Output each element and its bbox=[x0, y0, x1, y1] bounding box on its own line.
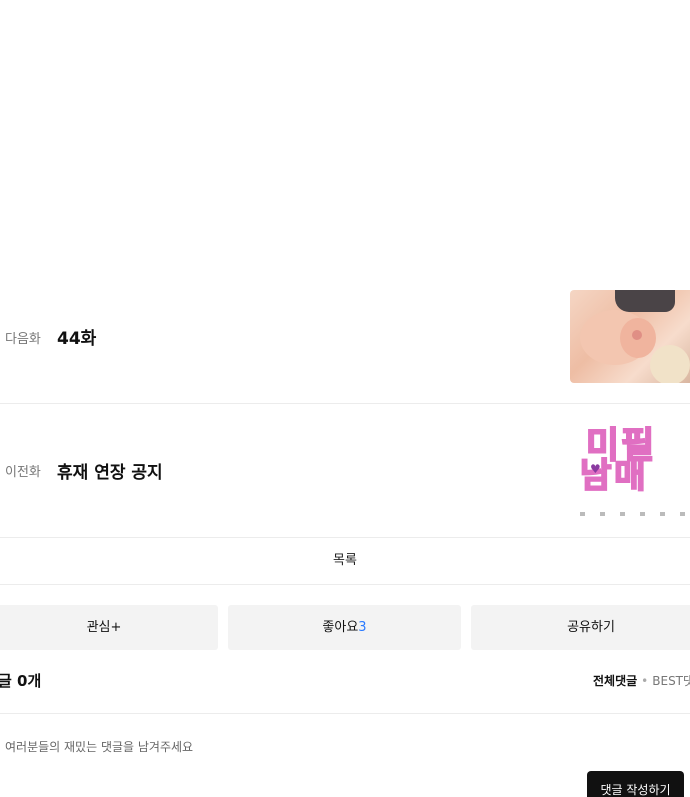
prev-episode-thumbnail[interactable]: 미필 남매 ♥ bbox=[570, 426, 690, 518]
thumbnail-dots bbox=[580, 512, 690, 516]
sort-all-tab[interactable]: 전체댓글 bbox=[593, 674, 637, 688]
next-episode-row[interactable]: 다음화 44화 bbox=[0, 290, 690, 404]
like-button-label: 좋아요 bbox=[322, 620, 359, 635]
thumbnail-shape bbox=[632, 330, 642, 340]
comments-header: 글 0개 전체댓글 • BEST댓 bbox=[0, 666, 690, 714]
interest-button[interactable]: 관심+ bbox=[0, 605, 218, 650]
thumbnail-shape bbox=[615, 290, 675, 312]
sort-best-tab[interactable]: BEST댓 bbox=[652, 674, 690, 688]
next-episode-thumbnail[interactable] bbox=[570, 290, 690, 383]
content-blank-area bbox=[0, 0, 690, 290]
sort-separator: • bbox=[641, 674, 649, 688]
heart-icon: ♥ bbox=[590, 462, 601, 476]
prev-episode-title[interactable]: 휴재 연장 공지 bbox=[57, 458, 163, 483]
prev-episode-tag: 이전화 bbox=[5, 465, 41, 480]
like-count: 3 bbox=[358, 620, 367, 635]
list-button-label: 목록 bbox=[333, 553, 357, 568]
next-episode-title[interactable]: 44화 bbox=[57, 324, 96, 349]
write-comment-button-label: 댓글 작성하기 bbox=[600, 783, 671, 797]
comment-sort-tabs: 전체댓글 • BEST댓 bbox=[593, 672, 690, 689]
comment-input[interactable]: 여러분들의 재밌는 댓글을 남겨주세요 bbox=[5, 738, 193, 755]
list-button[interactable]: 목록 bbox=[0, 538, 690, 585]
like-button[interactable]: 좋아요3 bbox=[228, 605, 461, 650]
next-episode-tag: 다음화 bbox=[5, 332, 41, 347]
thumbnail-shape bbox=[650, 345, 690, 383]
share-button-label: 공유하기 bbox=[567, 620, 615, 635]
comment-count: 글 0개 bbox=[0, 672, 42, 690]
interest-button-label: 관심+ bbox=[86, 620, 122, 635]
episode-viewer-page: 다음화 44화 이전화 휴재 연장 공지 미필 남매 ♥ 목록 관심+ 좋아요3… bbox=[0, 0, 690, 797]
write-comment-button[interactable]: 댓글 작성하기 bbox=[587, 771, 684, 797]
share-button[interactable]: 공유하기 bbox=[471, 605, 690, 650]
prev-episode-row[interactable]: 이전화 휴재 연장 공지 미필 남매 ♥ bbox=[0, 404, 690, 538]
